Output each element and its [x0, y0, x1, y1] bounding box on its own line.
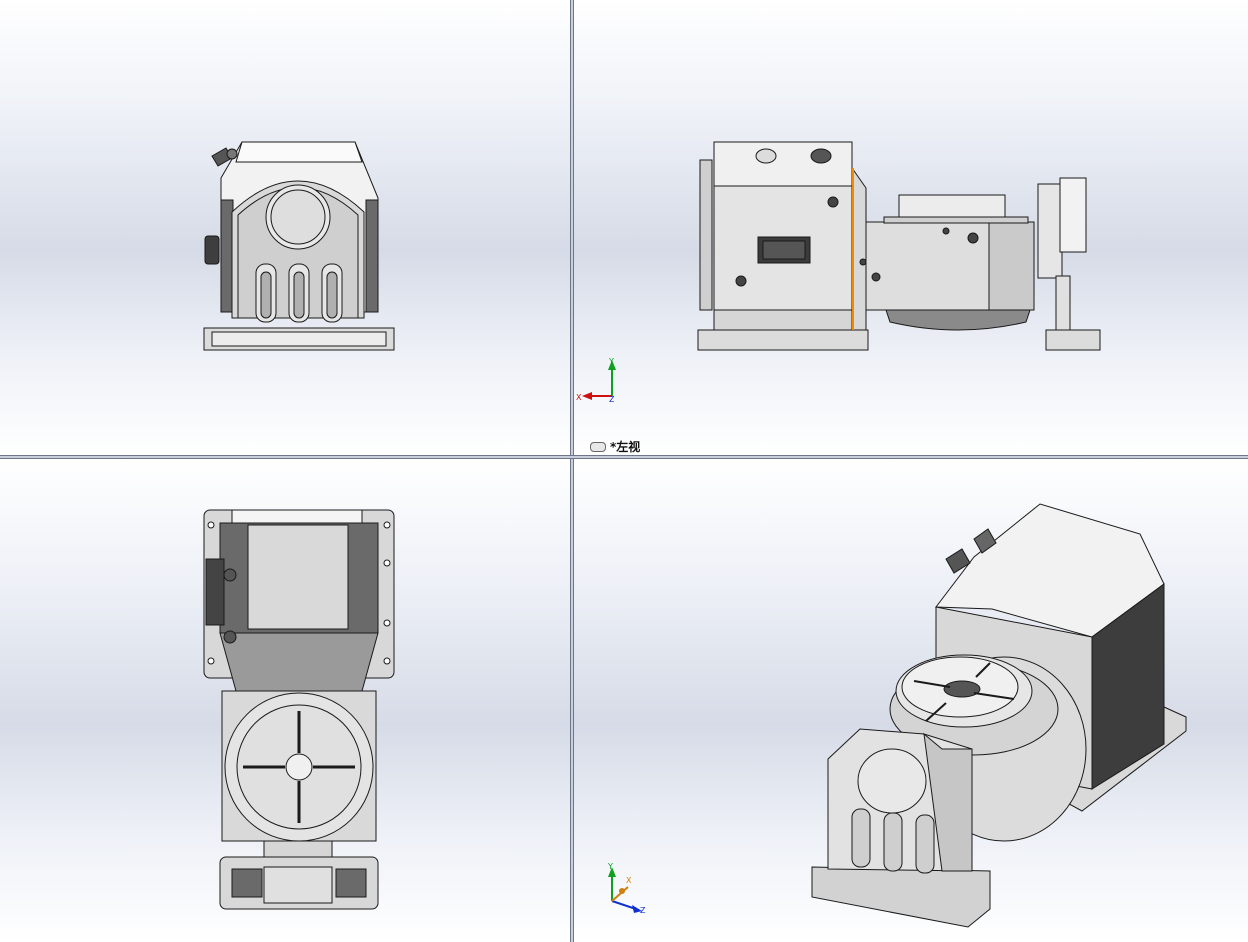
top-view-model[interactable] — [0, 459, 570, 942]
axis-triad: Y Z X — [607, 862, 646, 915]
viewport-left[interactable]: Y X Z *左视 — [574, 0, 1248, 455]
viewport-isometric[interactable]: Y Z X — [574, 459, 1248, 942]
viewport-splitter-horizontal[interactable] — [0, 455, 1248, 459]
axis-y-label: Y — [608, 357, 614, 366]
graphics-area[interactable]: Y X Z *左视 Y Z X — [0, 0, 1248, 942]
axis-x-label: X — [576, 393, 582, 402]
axis-z-label: Z — [609, 395, 615, 404]
front-view-model[interactable] — [0, 0, 570, 455]
link-icon — [590, 441, 606, 452]
axis-x-label: X — [626, 876, 632, 885]
viewport-splitter-vertical[interactable] — [570, 0, 574, 942]
view-orientation-label: *左视 — [590, 438, 640, 455]
axis-z-label: Z — [640, 906, 646, 915]
left-view-model[interactable]: Y X Z — [574, 0, 1248, 455]
viewport-front[interactable] — [0, 0, 570, 455]
viewport-top[interactable] — [0, 459, 570, 942]
axis-y-label: Y — [607, 862, 613, 871]
isometric-view-model[interactable]: Y Z X — [574, 459, 1248, 942]
view-name: *左视 — [610, 440, 641, 454]
axis-triad: Y X Z — [576, 357, 616, 404]
